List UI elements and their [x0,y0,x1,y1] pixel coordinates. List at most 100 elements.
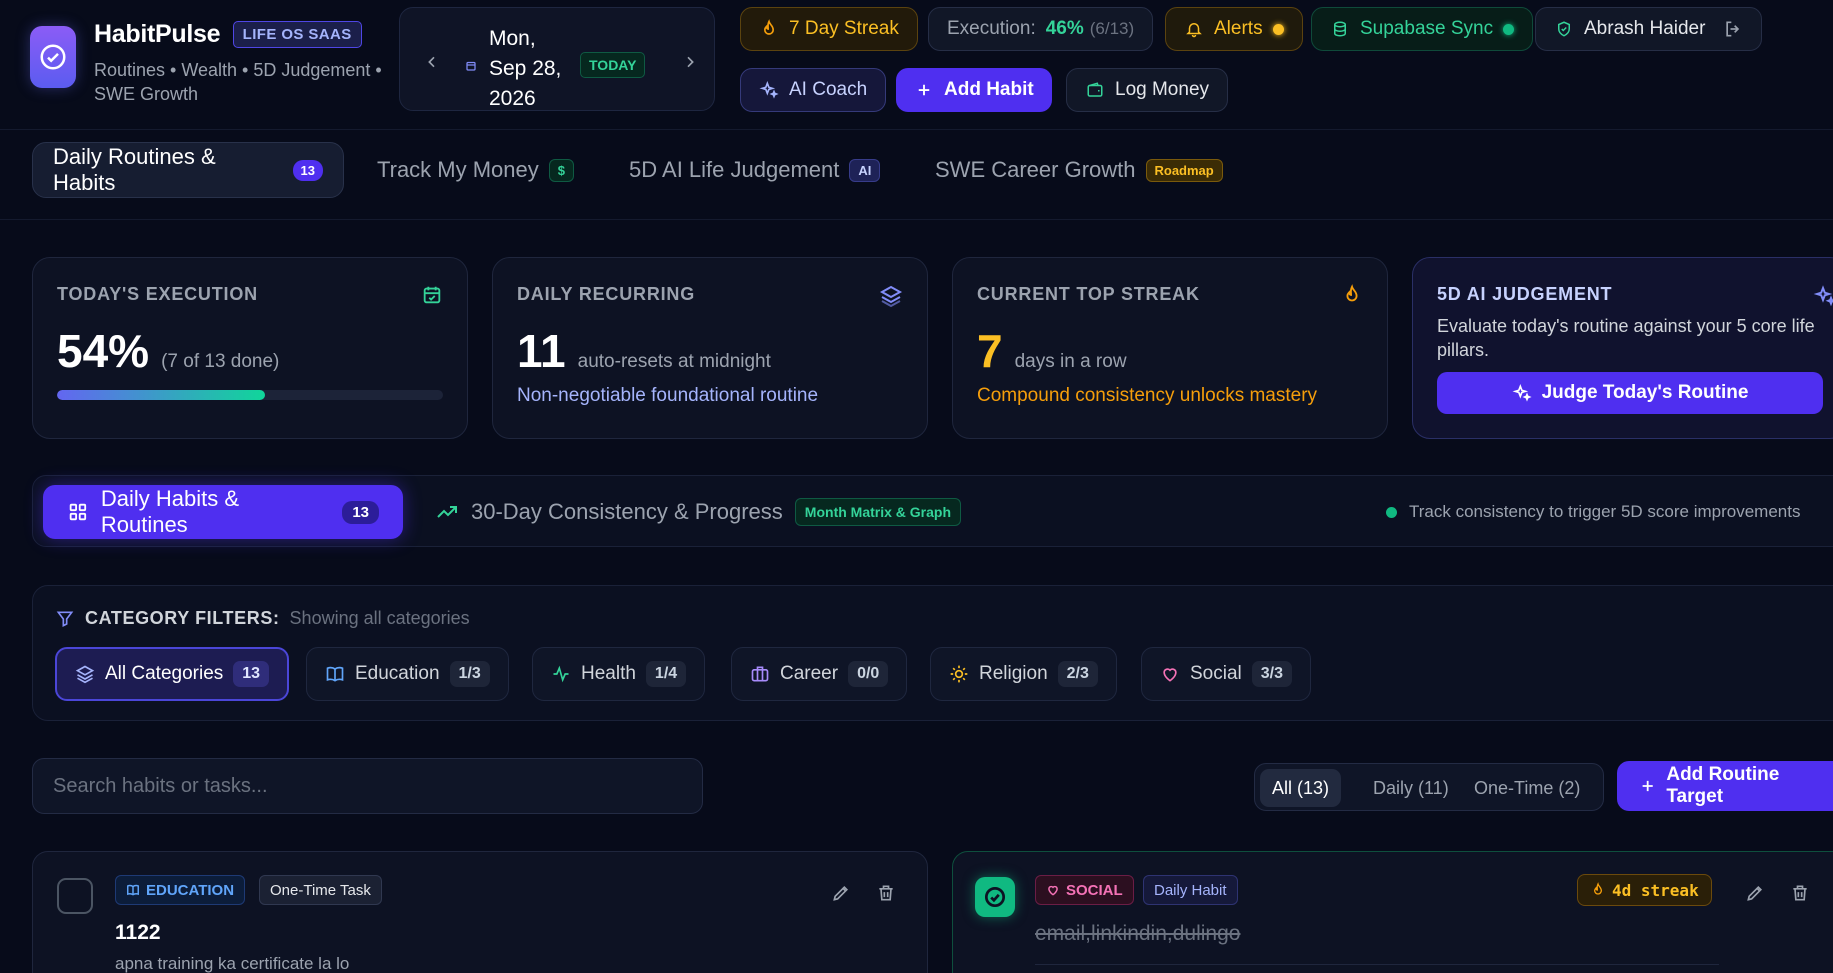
toggle-all[interactable]: All (13) [1260,769,1342,807]
log-money-button[interactable]: Log Money [1066,68,1229,112]
add-target-label: Add Routine Target [1666,764,1780,807]
chevron-left-icon[interactable] [424,54,440,70]
category-label: EDUCATION [146,881,235,899]
edit-icon[interactable] [828,880,854,906]
filter-subtitle: Showing all categories [289,608,470,628]
habit-description: apna training ka certificate la lo [115,954,350,973]
category-tag: SOCIAL [1035,875,1134,905]
check-circle-icon [984,886,1006,908]
heart-icon [1163,668,1177,682]
calendar-icon [465,60,477,72]
execution-progress-fill [57,390,266,400]
filter-all-categories[interactable]: All Categories 13 [55,647,290,701]
chip-label: Religion [979,663,1048,684]
plus-icon [914,80,934,100]
briefcase-icon [751,666,769,682]
streak-row: 7 days in a row [977,324,1127,378]
heart-icon [1048,885,1058,896]
filter-social[interactable]: Social 3/3 [1141,647,1311,701]
card-title: CURRENT TOP STREAK [977,284,1200,304]
tab-label: SWE Career Growth [935,157,1136,182]
book-icon [127,884,139,896]
category-tag: EDUCATION [115,875,246,905]
sparkles-icon [759,80,779,100]
filter-education[interactable]: Education 1/3 [306,647,509,701]
log-money-label: Log Money [1115,79,1210,100]
alerts-button[interactable]: Alerts [1165,7,1303,51]
execution-percent: 54% [57,325,150,377]
toggle-daily[interactable]: Daily (11) [1361,769,1461,807]
execution-row: 54% (7 of 13 done) [57,324,279,378]
execution-pill[interactable]: Execution: 46% (6/13) [928,7,1154,51]
plus-icon [1642,780,1653,792]
chip-count: 3/3 [1251,661,1292,687]
subtab-label: 30-Day Consistency & Progress [471,499,783,524]
toggle-one-time[interactable]: One-Time (2) [1462,769,1592,807]
tab-daily-routines[interactable]: Daily Routines & Habits 13 [32,142,344,198]
current-date: Mon, Sep 28, 2026 [489,24,579,114]
streak-label: 7 Day Streak [789,18,899,39]
judge-routine-button[interactable]: Judge Today's Routine [1437,372,1823,414]
logout-icon[interactable] [1723,19,1743,39]
activity-icon [553,665,569,683]
recurring-footer: Non-negotiable foundational routine [517,385,819,406]
filter-health[interactable]: Health 1/4 [532,647,706,701]
chip-label: Health [581,663,636,684]
hint-dot [1386,506,1397,518]
chip-count: 1/3 [449,661,490,687]
filter-header: CATEGORY FILTERS: Showing all categories [55,608,470,629]
filter-icon [56,611,74,627]
tab-swe-career[interactable]: SWE Career Growth Roadmap [915,142,1243,198]
tab-ai-judgement[interactable]: 5D AI Life Judgement AI [609,142,900,198]
tab-label: 5D AI Life Judgement [629,157,840,182]
subtab-consistency[interactable]: 30-Day Consistency & Progress Month Matr… [435,485,962,539]
edit-icon[interactable] [1742,880,1768,906]
date-day: Sep 28, [489,57,562,80]
supabase-sync-status[interactable]: Supabase Sync [1311,7,1534,51]
user-menu[interactable]: Abrash Haider [1535,7,1763,51]
habit-checkbox[interactable] [57,878,93,914]
calendar-check-icon [421,284,443,306]
tab-badge: $ [548,158,575,182]
app-logo[interactable] [30,26,76,88]
stat-card-recurring: DAILY RECURRING 11 auto-resets at midnig… [492,257,928,439]
habit-card[interactable]: SOCIAL Daily Habit email,linkindin,dulin… [952,851,1833,973]
streak-pill[interactable]: 7 Day Streak [740,7,918,51]
habit-checkbox-checked[interactable] [975,877,1015,917]
recurring-detail: auto-resets at midnight [577,351,771,372]
chevron-right-icon[interactable] [682,54,698,70]
recurring-row: 11 auto-resets at midnight [517,324,771,378]
execution-count: (6/13) [1089,19,1135,38]
wallet-icon [1085,80,1105,100]
search-input[interactable] [32,758,703,814]
filter-career[interactable]: Career 0/0 [731,647,908,701]
card-title: 5D AI JUDGEMENT [1437,284,1613,304]
judge-button-label: Judge Today's Routine [1541,382,1749,403]
add-habit-button[interactable]: Add Habit [896,68,1052,112]
stat-card-judgement: 5D AI JUDGEMENT Evaluate today's routine… [1412,257,1833,439]
chip-label: Education [355,663,440,684]
sync-label: Supabase Sync [1360,18,1494,39]
habit-card[interactable]: EDUCATION One-Time Task 1122 apna traini… [32,851,928,973]
date-picker: Mon, Sep 28, 2026 TODAY [399,7,715,111]
execution-label: Execution: [947,18,1036,39]
habit-type-tag: Daily Habit [1143,875,1238,905]
trash-icon[interactable] [873,880,899,906]
today-button[interactable]: TODAY [580,52,646,78]
execution-detail: (7 of 13 done) [161,351,280,372]
subtab-label: Daily Habits & Routines [100,486,239,537]
ai-coach-button[interactable]: AI Coach [740,68,887,112]
card-title: DAILY RECURRING [517,284,696,304]
add-routine-target-button[interactable]: Add Routine Target [1617,761,1833,811]
trash-icon[interactable] [1787,880,1813,906]
grid-icon [69,503,87,521]
tab-track-money[interactable]: Track My Money $ [357,142,594,198]
habit-type-tag: One-Time Task [259,875,382,905]
streak-text: 4d streak [1612,880,1699,900]
filter-religion[interactable]: Religion 2/3 [930,647,1117,701]
flame-icon [1593,882,1603,895]
bell-icon [1184,19,1204,39]
subtab-daily-habits[interactable]: Daily Habits & Routines 13 [43,485,403,539]
layers-icon [75,665,95,684]
database-icon [1330,19,1350,39]
